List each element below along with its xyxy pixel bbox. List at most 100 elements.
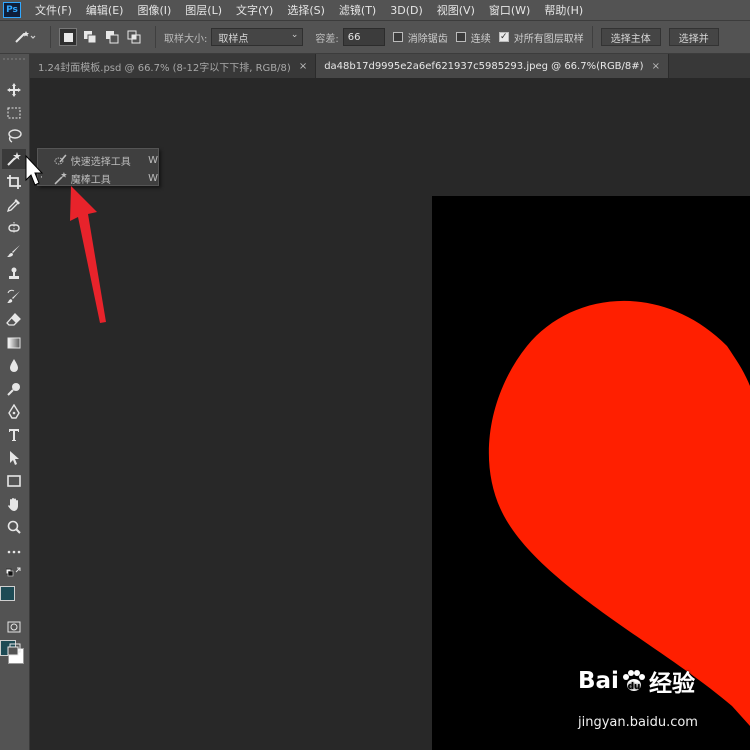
flyout-item-quick-selection[interactable]: 快速选择工具 W xyxy=(38,151,158,169)
gradient-tool[interactable] xyxy=(2,333,26,353)
watermark-url: jingyan.baidu.com xyxy=(578,715,698,730)
new-selection-icon xyxy=(63,32,73,42)
color-defaults-swap[interactable] xyxy=(2,566,26,580)
dodge-tool[interactable] xyxy=(2,379,26,399)
add-to-selection-button[interactable] xyxy=(81,28,99,46)
menu-help[interactable]: 帮助(H) xyxy=(544,2,583,18)
intersect-selection-icon xyxy=(127,30,141,44)
pen-tool[interactable] xyxy=(2,402,26,422)
lasso-icon xyxy=(8,129,22,143)
flyout-item-shortcut: W xyxy=(148,172,158,184)
select-subject-button[interactable]: 选择主体 xyxy=(600,28,661,46)
tool-preset-picker[interactable] xyxy=(8,26,42,48)
photoshop-logo-icon: Ps xyxy=(3,2,21,18)
separator xyxy=(50,26,51,48)
eyedropper-icon xyxy=(6,199,20,213)
pen-icon xyxy=(8,404,20,419)
flyout-selected-marker: · xyxy=(40,173,43,183)
more-dots-icon xyxy=(7,550,21,554)
flyout-item-magic-wand[interactable]: · 魔棒工具 W xyxy=(38,169,158,187)
antialias-label: 消除锯齿 xyxy=(407,33,448,45)
rectangular-marquee-tool[interactable] xyxy=(2,103,26,123)
crop-tool[interactable] xyxy=(2,172,26,192)
intersect-selection-button[interactable] xyxy=(125,28,143,46)
tolerance-label: 容差: xyxy=(315,33,339,45)
sample-all-layers-label: 对所有图层取样 xyxy=(513,33,584,45)
menu-3d[interactable]: 3D(D) xyxy=(390,4,423,17)
foreground-color-swatch-front[interactable] xyxy=(0,586,15,601)
quick-mask-icon xyxy=(7,621,21,633)
brush-tool[interactable] xyxy=(2,241,26,261)
move-icon xyxy=(7,83,21,97)
marquee-icon xyxy=(7,107,21,119)
blur-tool[interactable] xyxy=(2,356,26,376)
quick-selection-icon xyxy=(54,154,67,165)
type-tool[interactable] xyxy=(2,425,26,445)
hand-icon xyxy=(8,498,18,511)
menu-window[interactable]: 窗口(W) xyxy=(489,2,530,18)
flyout-item-label: 魔棒工具 xyxy=(70,174,111,186)
paw-icon: du xyxy=(622,670,645,692)
magic-wand-icon xyxy=(15,31,36,43)
menu-filter[interactable]: 滤镜(T) xyxy=(339,2,376,18)
chevron-down-icon: ⌄ xyxy=(290,30,299,40)
menu-bar: Ps 文件(F) 编辑(E) 图像(I) 图层(L) 文字(Y) 选择(S) 滤… xyxy=(0,0,750,20)
eraser-tool[interactable] xyxy=(2,310,26,330)
clone-stamp-tool[interactable] xyxy=(2,264,26,284)
menu-edit[interactable]: 编辑(E) xyxy=(86,2,124,18)
rectangle-tool[interactable] xyxy=(2,471,26,491)
tab-label: 1.24封面模板.psd @ 66.7% (8-12字以下下排, RGB/8) xyxy=(38,62,291,74)
sample-size-label: 取样大小: xyxy=(164,33,208,45)
tab-psd-document[interactable]: 1.24封面模板.psd @ 66.7% (8-12字以下下排, RGB/8) … xyxy=(30,54,317,78)
menu-view[interactable]: 视图(V) xyxy=(437,2,475,18)
move-tool[interactable] xyxy=(2,80,26,100)
separator xyxy=(591,26,593,48)
quick-mask-button[interactable] xyxy=(2,617,26,637)
menu-type[interactable]: 文字(Y) xyxy=(236,2,273,18)
type-icon xyxy=(9,429,19,441)
menu-layer[interactable]: 图层(L) xyxy=(185,2,222,18)
select-and-mask-button[interactable]: 选择并 xyxy=(668,28,719,46)
magic-wand-tool[interactable] xyxy=(2,149,26,169)
eyedropper-tool[interactable] xyxy=(2,195,26,215)
watermark-jingyan: 经验 xyxy=(648,671,695,697)
dodge-icon xyxy=(7,383,20,396)
screen-mode-icon xyxy=(7,643,21,656)
hand-tool[interactable] xyxy=(2,494,26,514)
crop-icon xyxy=(7,175,21,189)
contiguous-label: 连续 xyxy=(470,33,491,45)
lasso-tool[interactable] xyxy=(2,126,26,146)
close-icon[interactable]: × xyxy=(299,61,307,72)
new-selection-button[interactable] xyxy=(59,28,77,46)
close-icon[interactable]: × xyxy=(652,61,660,72)
menu-image[interactable]: 图像(I) xyxy=(137,2,171,18)
watermark-bai: Bai xyxy=(578,668,619,694)
menu-file[interactable]: 文件(F) xyxy=(35,2,72,18)
screen-mode-button[interactable] xyxy=(2,640,26,660)
tools-panel xyxy=(0,54,30,750)
edit-toolbar-button[interactable] xyxy=(2,542,26,562)
panel-grip[interactable] xyxy=(3,58,25,64)
path-selection-tool[interactable] xyxy=(2,448,26,468)
antialias-checkbox[interactable] xyxy=(392,32,403,42)
separator xyxy=(155,26,156,48)
tolerance-input[interactable]: 66 xyxy=(342,28,385,46)
healing-brush-icon xyxy=(8,222,20,234)
baidu-jingyan-watermark: Bai du 经验 xyxy=(578,664,695,698)
spot-healing-brush-tool[interactable] xyxy=(2,218,26,238)
document-tab-bar: 1.24封面模板.psd @ 66.7% (8-12字以下下排, RGB/8) … xyxy=(30,54,750,78)
menu-select[interactable]: 选择(S) xyxy=(287,2,325,18)
sample-size-select[interactable]: 取样点 ⌄ xyxy=(211,28,304,46)
sample-all-layers-checkbox[interactable]: ✓ xyxy=(498,32,509,42)
zoom-tool[interactable] xyxy=(2,517,26,537)
history-brush-tool[interactable] xyxy=(2,287,26,307)
stamp-icon xyxy=(9,267,19,279)
contiguous-checkbox[interactable] xyxy=(455,32,466,42)
sample-size-value: 取样点 xyxy=(218,33,249,45)
tab-jpeg-document[interactable]: da48b17d9995e2a6ef621937c5985293.jpeg @ … xyxy=(316,54,669,78)
eraser-icon xyxy=(6,313,21,326)
magic-wand-icon xyxy=(54,172,67,185)
subtract-from-selection-button[interactable] xyxy=(103,28,121,46)
add-selection-icon xyxy=(84,31,97,44)
gradient-icon xyxy=(7,337,21,349)
